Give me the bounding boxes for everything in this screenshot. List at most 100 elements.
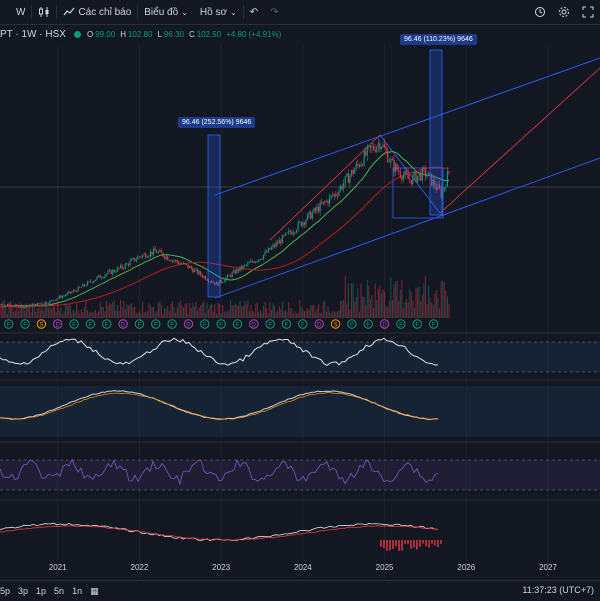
volume-bar [156,311,157,318]
volume-bar [137,312,138,318]
candle-body [304,222,305,224]
range-button-5p[interactable]: 5p [0,586,10,596]
volume-bar [166,309,167,318]
indicators-icon [63,6,75,18]
channel-upper-line[interactable] [215,58,600,195]
volume-bar [287,312,288,318]
redo-button[interactable]: ↷ [264,0,284,24]
candle-body [428,173,429,176]
fullscreen-button[interactable] [576,0,600,24]
channel-lower-line[interactable] [215,158,600,298]
candle-body [195,269,196,270]
candle-body [10,306,11,307]
volume-bar [7,314,8,318]
macd-histogram-bar [392,540,394,549]
volume-bar [4,300,5,318]
volume-bar [307,308,308,318]
candle-body [293,233,294,235]
macd-histogram-bar [404,540,406,544]
undo-button[interactable]: ↶ [244,0,264,24]
volume-bar [383,289,384,318]
indicators-label: Các chỉ báo [78,7,131,18]
candle-body [34,304,35,305]
volume-bar [295,311,296,318]
candle-body [254,262,255,263]
indicators-button[interactable]: Các chỉ báo [57,0,137,24]
volume-bar [326,312,327,318]
candle-body [129,261,130,266]
candle-body [122,265,123,268]
settings-button[interactable] [552,0,576,24]
x-axis[interactable]: 2021202220232024202520262027 [49,563,558,572]
candle-body [227,275,228,278]
candle-body [222,282,223,283]
event-marker-letter: S [39,323,43,329]
measure-bar-2[interactable] [430,50,442,215]
candle-body [263,255,264,259]
replay-button[interactable] [528,0,552,24]
fullscreen-icon [582,6,594,18]
volume-bar [356,297,357,318]
candle-body [12,306,13,307]
candle-body [225,278,226,281]
range-button-3p[interactable]: 3p [18,586,28,596]
volume-bar [337,311,338,318]
measure-label-2[interactable]: 96.46 (110.23%) 9646 [400,34,477,45]
volume-bar [373,308,374,318]
candle-body [414,172,415,175]
profile-button[interactable]: Hồ sơ ⌄ [194,0,243,24]
projection-line[interactable] [440,68,600,213]
event-marker-letter: F [219,323,223,329]
candle-body [140,257,141,258]
price-chart[interactable]: FDFFSDFFFDFFFDFFFDFFFDSFFDFFF 2021202220… [0,24,600,580]
candle-body [180,264,181,265]
volume-bar [312,306,313,318]
volume-bar [271,310,272,318]
interval-button[interactable]: W [0,0,31,24]
candle-body [309,212,310,214]
range-button-1n[interactable]: 1n [72,586,82,596]
candles-button[interactable] [32,0,56,24]
calendar-icon[interactable]: ▦ [90,586,99,597]
volume-bar [49,306,50,318]
undo-icon: ↶ [250,7,258,18]
clock-readout[interactable]: 11:37:23 (UTC+7) [522,585,594,595]
measure-bar-1[interactable] [208,135,220,297]
candle-body [444,187,445,190]
volume-bar [57,301,58,318]
candle-body [342,186,343,189]
volume-bars [0,276,450,318]
candle-body [51,300,52,301]
candle-body [365,151,366,155]
candle-body [37,303,38,306]
chart-type-button[interactable]: Biểu đồ ⌄ [138,0,194,24]
candle-body [255,261,256,262]
volume-bar [384,292,385,318]
volume-bar [394,284,395,318]
range-button-1p[interactable]: 1p [36,586,46,596]
range-button-5n[interactable]: 5n [54,586,64,596]
x-axis-label: 2026 [457,563,475,572]
macd-histogram-bar [383,540,385,548]
volume-bar [82,312,83,318]
volume-bar [411,291,412,318]
candle-body [232,273,233,277]
volume-bar [258,312,259,318]
macd-histogram-bar [419,540,421,547]
candle-body [68,292,69,293]
event-marker-letter: F [350,323,354,329]
macd-histogram-bar [440,540,442,544]
candle-body [164,257,165,259]
volume-bar [447,296,448,318]
macd-histogram-bar [407,540,409,544]
volume-bar [343,300,344,318]
measure-label-1[interactable]: 96.46 (252.56%) 9646 [178,117,255,128]
event-marker-letter: F [138,323,142,329]
volume-bar [334,312,335,318]
candle-body [283,235,284,236]
trend-line[interactable] [270,135,380,240]
volume-bar [199,308,200,318]
volume-bar [196,302,197,318]
volume-bar [381,294,382,318]
bottom-toolbar: 5p 3p 1p 5n 1n ▦ 11:37:23 (UTC+7) [0,580,600,601]
